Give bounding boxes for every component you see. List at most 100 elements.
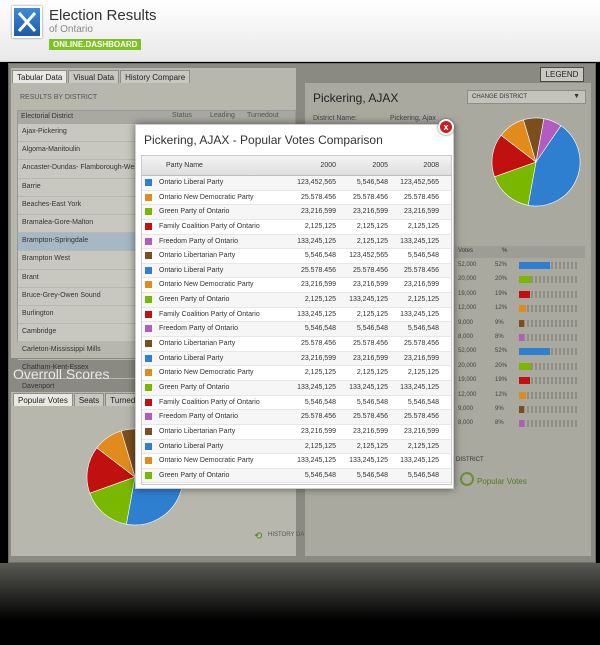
- votes-2005: 23,216,599: [352, 281, 388, 289]
- votes-bar: [519, 420, 524, 428]
- votes-2005: 5,546,548: [356, 325, 388, 333]
- table-row[interactable]: Ontario New Democratic Party 2,125,125 2,1…: [142, 366, 451, 381]
- district-name: Ajax-Pickering: [22, 128, 67, 135]
- tab-seats[interactable]: Seats: [73, 393, 105, 406]
- votes-2000: 2,125,125: [304, 222, 336, 230]
- votes-bar: [519, 319, 525, 327]
- table-row[interactable]: Freedom Party of Ontario 25.578.456 25.578…: [142, 410, 451, 425]
- popular-votes-link[interactable]: Popular Votes: [477, 477, 527, 486]
- votes-value: 12,000: [458, 391, 477, 398]
- table-row[interactable]: Ontario New Democratic Party 25.578.456 25…: [142, 191, 451, 206]
- votes-percent: 9%: [495, 319, 504, 326]
- table-row[interactable]: Ontario Liberal Party 23,216,599 23,216,59…: [142, 351, 451, 367]
- popular-votes-icon[interactable]: [460, 472, 474, 486]
- overall-scores-title: Overroll Scores: [13, 366, 110, 382]
- table-row[interactable]: Family Coalition Party of Ontario 5,546,5…: [142, 396, 451, 411]
- party-name: Green Party of Ontario: [159, 471, 230, 479]
- table-row[interactable]: Green Party of Ontario 133,245,125 133,245…: [142, 380, 451, 396]
- votes-2008: 23,216,599: [403, 281, 439, 289]
- party-name: Ontario Liberal Party: [159, 442, 224, 450]
- party-name: Ontario Liberal Party: [159, 354, 224, 362]
- votes-2000: 2,125,125: [304, 442, 336, 450]
- votes-percent: 19%: [495, 290, 508, 297]
- table-row[interactable]: Green Party of Ontario 23,216,599 23,216,5…: [142, 205, 451, 220]
- votes-2008: 133,245,125: [400, 310, 439, 318]
- app-title: Election Results: [49, 7, 157, 24]
- table-row[interactable]: Ontario New Democratic Party 23,216,599 23…: [142, 278, 451, 294]
- tab-popular-votes[interactable]: Popular Votes: [13, 393, 73, 406]
- tab-visual-data[interactable]: Visual Data: [68, 70, 120, 83]
- party-color-swatch: [145, 471, 152, 479]
- table-row[interactable]: Ontario Liberal Party 2,125,125 2,125,125 2…: [142, 439, 451, 455]
- party-color-swatch: [145, 193, 152, 201]
- col-electorial-district[interactable]: Electorial District: [21, 113, 73, 120]
- table-row[interactable]: Ontario Libertarian Party 25.578.456 25.57…: [142, 337, 451, 352]
- votes-row: 9,000 9%: [455, 403, 585, 417]
- votes-2008: 25.578.456: [403, 193, 439, 201]
- col-2005[interactable]: 2005: [372, 162, 388, 169]
- table-row[interactable]: Family Coalition Party of Ontario 2,125,1…: [142, 220, 451, 235]
- party-color-swatch: [145, 413, 152, 421]
- votes-2000: 2,125,125: [304, 296, 336, 304]
- votes-percent: 9%: [495, 406, 504, 412]
- votes-2008: 2,125,125: [407, 442, 439, 450]
- party-color-swatch: [145, 340, 152, 348]
- votes-2005: 2,125,125: [356, 442, 388, 450]
- table-row[interactable]: Ontario Libertarian Party 23,216,599 23,21…: [142, 425, 451, 440]
- col-2000[interactable]: 2000: [320, 162, 336, 169]
- votes-table-header: Votes %: [455, 246, 585, 258]
- close-icon[interactable]: x: [438, 119, 454, 135]
- votes-2005: 25.578.456: [352, 193, 388, 201]
- district-name: Brampton-Springdale: [22, 237, 89, 245]
- tab-history-compare[interactable]: History Compare: [120, 70, 191, 83]
- col-status[interactable]: Status: [172, 112, 192, 119]
- district-name-value: Pickering, Ajax: [390, 115, 436, 122]
- votes-2000: 123,452,565: [297, 179, 336, 186]
- votes-2008: 5,546,548: [407, 471, 439, 479]
- votes-2008: 133,245,125: [400, 237, 439, 245]
- votes-2000: 25.578.456: [300, 340, 336, 348]
- table-row[interactable]: Freedom Party of Ontario 133,245,125 2,125…: [142, 234, 451, 250]
- votes-percent: 12%: [495, 391, 508, 398]
- table-row[interactable]: Ontario Liberal Party 25.578.456 25.578.45…: [142, 263, 451, 279]
- district-name: Burlington: [22, 309, 54, 317]
- col-party-name[interactable]: Party Name: [166, 162, 203, 169]
- table-row[interactable]: Ontario New Democratic Party 133,245,125 1…: [142, 454, 451, 469]
- table-row[interactable]: Ontario Libertarian Party 5,546,548 123,45…: [142, 249, 451, 264]
- votes-percent: 20%: [495, 276, 508, 283]
- votes-2000: 23,216,599: [300, 427, 336, 435]
- votes-2000: 25.578.456: [300, 413, 336, 421]
- col-2008[interactable]: 2008: [423, 162, 439, 169]
- votes-2005: 23,216,599: [352, 208, 388, 216]
- history-arrow-icon[interactable]: ⟲: [254, 531, 262, 542]
- tab-tabular-data[interactable]: Tabular Data: [12, 70, 68, 83]
- table-row[interactable]: Green Party of Ontario 5,546,548 5,546,548…: [142, 468, 451, 484]
- district-name: Ancaster-Dundas- Flamborough-Westdale: [22, 164, 153, 172]
- party-name: Green Party of Ontario: [159, 296, 230, 304]
- votes-2005: 2,125,125: [356, 369, 388, 377]
- table-row[interactable]: Green Party of Ontario 2,125,125 133,245,1…: [142, 293, 451, 308]
- table-row[interactable]: Family Coalition Party of Ontario 133,245…: [142, 308, 451, 323]
- table-row[interactable]: Ontario Liberal Party 123,452,565 5,546,54…: [142, 176, 451, 191]
- votes-2008: 5,546,548: [407, 398, 439, 406]
- votes-bar: [519, 362, 531, 370]
- app-logo-icon: [12, 6, 42, 38]
- votes-2000: 2,125,125: [304, 369, 336, 377]
- col-leading[interactable]: Leading: [210, 112, 235, 119]
- votes-2008: 23,216,599: [403, 427, 439, 435]
- votes-percent: 52%: [495, 348, 508, 355]
- votes-percent: 8%: [495, 334, 504, 340]
- votes-bar-track: [519, 334, 579, 341]
- votes-bar-track: [519, 420, 579, 428]
- votes-bar: [519, 262, 551, 269]
- party-color-swatch: [145, 427, 152, 435]
- overall-tabs: Popular Votes Seats Turned out: [13, 393, 154, 406]
- col-turnedout[interactable]: Turnedout: [247, 112, 279, 119]
- legend-button[interactable]: LEGEND: [540, 67, 584, 82]
- party-color-swatch: [145, 281, 152, 289]
- votes-value: 52,000: [458, 262, 477, 268]
- table-row[interactable]: Freedom Party of Ontario 5,546,548 5,546,5…: [142, 322, 451, 338]
- change-district-dropdown[interactable]: CHANGE DISTRICT ▼: [467, 90, 586, 104]
- votes-2000: 23,216,599: [300, 354, 336, 362]
- votes-bar-track: [519, 406, 579, 413]
